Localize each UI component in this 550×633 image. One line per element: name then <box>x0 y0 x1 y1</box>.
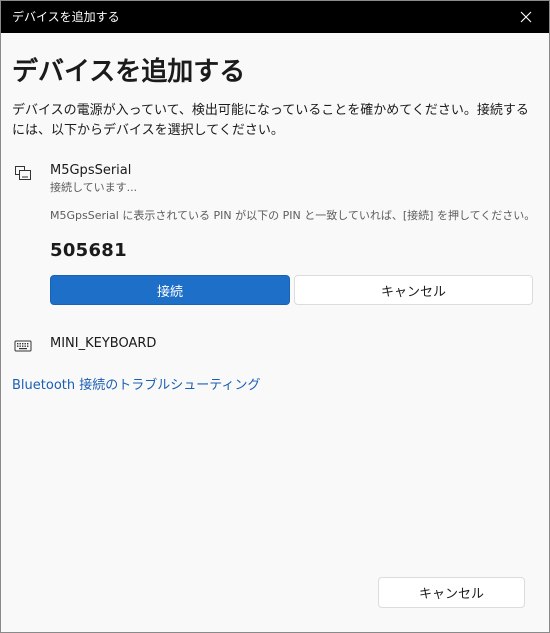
page-title: デバイスを追加する <box>12 57 246 87</box>
device-status: 接続しています... <box>50 181 138 194</box>
connect-button[interactable]: 接続 <box>50 275 290 305</box>
pin-code: 505681 <box>50 240 127 261</box>
instructions-text: デバイスの電源が入っていて、検出可能になっていることを確かめてください。接続する… <box>12 103 529 138</box>
title-bar: デバイスを追加する <box>1 1 549 33</box>
pin-instruction: M5GpsSerial に表示されている PIN が以下の PIN と一致してい… <box>50 209 536 222</box>
close-button[interactable] <box>503 1 549 33</box>
close-icon <box>520 11 532 23</box>
pair-cancel-button-label: キャンセル <box>380 284 446 300</box>
troubleshoot-link[interactable]: Bluetooth 接続のトラブルシューティング <box>12 377 260 395</box>
device-pair-icon <box>14 165 32 181</box>
cancel-button-label: キャンセル <box>418 587 484 602</box>
keyboard-icon <box>14 338 32 354</box>
pair-cancel-button[interactable]: キャンセル <box>294 275 533 305</box>
device-name: M5GpsSerial <box>50 163 132 178</box>
cancel-button[interactable]: キャンセル <box>378 577 525 608</box>
dialog-content: デバイスを追加する デバイスの電源が入っていて、検出可能になっていることを確かめ… <box>1 33 549 632</box>
add-device-window: デバイスを追加する デバイスを追加する デバイスの電源が入っていて、検出可能にな… <box>0 0 550 633</box>
connect-button-label: 接続 <box>156 284 183 300</box>
device-name: MINI_KEYBOARD <box>50 336 157 351</box>
window-title: デバイスを追加する <box>12 10 120 24</box>
